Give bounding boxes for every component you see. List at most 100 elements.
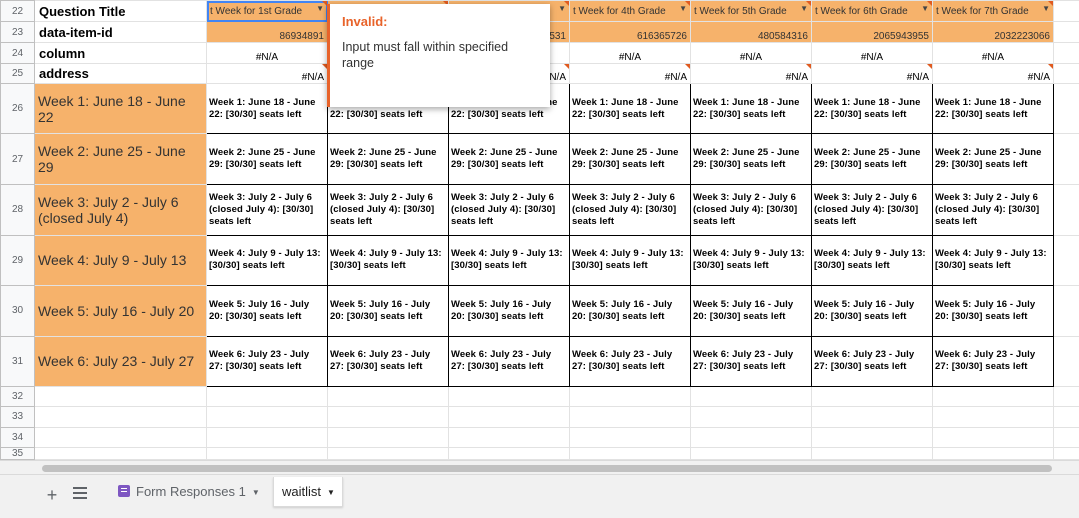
item-id-cell[interactable]: 2065943955 — [812, 22, 933, 43]
empty-cell[interactable] — [449, 447, 570, 459]
tab-waitlist[interactable]: waitlist▼ — [273, 477, 343, 507]
empty-cell[interactable] — [1054, 43, 1079, 63]
item-id-cell[interactable]: 2032223066 — [933, 22, 1054, 43]
week-seat-cell[interactable]: Week 3: July 2 - July 6 (closed July 4):… — [449, 184, 570, 235]
na-cell[interactable]: #N/A — [570, 43, 691, 63]
empty-cell[interactable] — [35, 387, 207, 407]
empty-cell[interactable] — [570, 427, 691, 447]
empty-cell[interactable] — [328, 427, 449, 447]
chevron-down-icon[interactable]: ▼ — [252, 488, 260, 497]
row-header[interactable]: 23 — [1, 22, 35, 43]
row-header[interactable]: 30 — [1, 286, 35, 337]
grade-header-cell[interactable]: t Week for 7th Grade▼ — [933, 1, 1054, 22]
empty-cell[interactable] — [1054, 447, 1079, 459]
na-cell[interactable]: #N/A — [812, 43, 933, 63]
week-label-cell[interactable]: Week 3: July 2 - July 6 (closed July 4) — [35, 184, 207, 235]
week-seat-cell[interactable]: Week 4: July 9 - July 13: [30/30] seats … — [691, 235, 812, 286]
week-seat-cell[interactable]: Week 6: July 23 - July 27: [30/30] seats… — [328, 336, 449, 387]
week-seat-cell[interactable]: Week 3: July 2 - July 6 (closed July 4):… — [570, 184, 691, 235]
empty-cell[interactable] — [35, 407, 207, 427]
item-id-cell[interactable]: 480584316 — [691, 22, 812, 43]
week-seat-cell[interactable]: Week 4: July 9 - July 13: [30/30] seats … — [570, 235, 691, 286]
na-cell[interactable]: #N/A — [570, 63, 691, 83]
empty-cell[interactable] — [449, 427, 570, 447]
row-header[interactable]: 22 — [1, 1, 35, 22]
row-header[interactable]: 25 — [1, 63, 35, 83]
empty-cell[interactable] — [207, 387, 328, 407]
grade-header-cell[interactable]: t Week for 6th Grade▼ — [812, 1, 933, 22]
week-seat-cell[interactable]: Week 3: July 2 - July 6 (closed July 4):… — [691, 184, 812, 235]
empty-cell[interactable] — [207, 447, 328, 459]
horizontal-scrollbar[interactable] — [0, 460, 1079, 475]
tab-form-responses[interactable]: Form Responses 1▼ — [110, 477, 270, 507]
empty-cell[interactable] — [35, 447, 207, 459]
na-cell[interactable]: #N/A — [691, 43, 812, 63]
row-header[interactable]: 26 — [1, 83, 35, 134]
empty-cell[interactable] — [933, 447, 1054, 459]
empty-cell[interactable] — [1054, 184, 1079, 235]
empty-cell[interactable] — [691, 407, 812, 427]
week-seat-cell[interactable]: Week 4: July 9 - July 13: [30/30] seats … — [207, 235, 328, 286]
row-label-question-title[interactable]: Question Title — [35, 1, 207, 22]
empty-cell[interactable] — [1054, 22, 1079, 43]
week-label-cell[interactable]: Week 6: July 23 - July 27 — [35, 336, 207, 387]
item-id-cell[interactable]: 86934891 — [207, 22, 328, 43]
week-seat-cell[interactable]: Week 1: June 18 - June 22: [30/30] seats… — [933, 83, 1054, 134]
empty-cell[interactable] — [449, 387, 570, 407]
empty-cell[interactable] — [1054, 427, 1079, 447]
na-cell[interactable]: #N/A — [812, 63, 933, 83]
week-label-cell[interactable]: Week 1: June 18 - June 22 — [35, 83, 207, 134]
na-cell[interactable]: #N/A — [207, 43, 328, 63]
empty-cell[interactable] — [35, 427, 207, 447]
row-label-column[interactable]: column — [35, 43, 207, 63]
week-seat-cell[interactable]: Week 1: June 18 - June 22: [30/30] seats… — [570, 83, 691, 134]
week-seat-cell[interactable]: Week 6: July 23 - July 27: [30/30] seats… — [449, 336, 570, 387]
empty-cell[interactable] — [1054, 235, 1079, 286]
empty-cell[interactable] — [1054, 63, 1079, 83]
empty-cell[interactable] — [691, 427, 812, 447]
row-header[interactable]: 32 — [1, 387, 35, 407]
row-header[interactable]: 31 — [1, 336, 35, 387]
na-cell[interactable]: #N/A — [207, 63, 328, 83]
chevron-down-icon[interactable]: ▼ — [327, 488, 335, 497]
add-sheet-button[interactable]: + — [43, 483, 61, 507]
week-seat-cell[interactable]: Week 4: July 9 - July 13: [30/30] seats … — [328, 235, 449, 286]
empty-cell[interactable] — [1054, 83, 1079, 134]
week-seat-cell[interactable]: Week 4: July 9 - July 13: [30/30] seats … — [933, 235, 1054, 286]
week-seat-cell[interactable]: Week 5: July 16 - July 20: [30/30] seats… — [570, 286, 691, 337]
week-seat-cell[interactable]: Week 3: July 2 - July 6 (closed July 4):… — [207, 184, 328, 235]
empty-cell[interactable] — [449, 407, 570, 427]
empty-cell[interactable] — [812, 447, 933, 459]
empty-cell[interactable] — [1054, 407, 1079, 427]
empty-cell[interactable] — [570, 447, 691, 459]
empty-cell[interactable] — [933, 407, 1054, 427]
row-header[interactable]: 29 — [1, 235, 35, 286]
empty-cell[interactable] — [1054, 336, 1079, 387]
empty-cell[interactable] — [691, 447, 812, 459]
week-seat-cell[interactable]: Week 5: July 16 - July 20: [30/30] seats… — [449, 286, 570, 337]
week-seat-cell[interactable]: Week 5: July 16 - July 20: [30/30] seats… — [812, 286, 933, 337]
scrollbar-thumb[interactable] — [42, 465, 1052, 472]
empty-cell[interactable] — [1054, 387, 1079, 407]
item-id-cell[interactable]: 616365726 — [570, 22, 691, 43]
week-seat-cell[interactable]: Week 2: June 25 - June 29: [30/30] seats… — [570, 134, 691, 185]
empty-cell[interactable] — [1054, 134, 1079, 185]
empty-cell[interactable] — [207, 427, 328, 447]
empty-cell[interactable] — [691, 387, 812, 407]
week-seat-cell[interactable]: Week 1: June 18 - June 22: [30/30] seats… — [207, 83, 328, 134]
week-seat-cell[interactable]: Week 3: July 2 - July 6 (closed July 4):… — [933, 184, 1054, 235]
grade-header-cell[interactable]: t Week for 4th Grade▼ — [570, 1, 691, 22]
week-seat-cell[interactable]: Week 6: July 23 - July 27: [30/30] seats… — [691, 336, 812, 387]
week-seat-cell[interactable]: Week 3: July 2 - July 6 (closed July 4):… — [328, 184, 449, 235]
week-seat-cell[interactable]: Week 5: July 16 - July 20: [30/30] seats… — [207, 286, 328, 337]
week-seat-cell[interactable]: Week 2: June 25 - June 29: [30/30] seats… — [812, 134, 933, 185]
week-seat-cell[interactable]: Week 6: July 23 - July 27: [30/30] seats… — [207, 336, 328, 387]
week-seat-cell[interactable]: Week 4: July 9 - July 13: [30/30] seats … — [812, 235, 933, 286]
row-header[interactable]: 24 — [1, 43, 35, 63]
row-header[interactable]: 27 — [1, 134, 35, 185]
row-label-address[interactable]: address — [35, 63, 207, 83]
empty-cell[interactable] — [812, 387, 933, 407]
grade-header-cell[interactable]: t Week for 1st Grade▼ — [207, 1, 328, 22]
week-seat-cell[interactable]: Week 5: July 16 - July 20: [30/30] seats… — [933, 286, 1054, 337]
empty-cell[interactable] — [1054, 286, 1079, 337]
